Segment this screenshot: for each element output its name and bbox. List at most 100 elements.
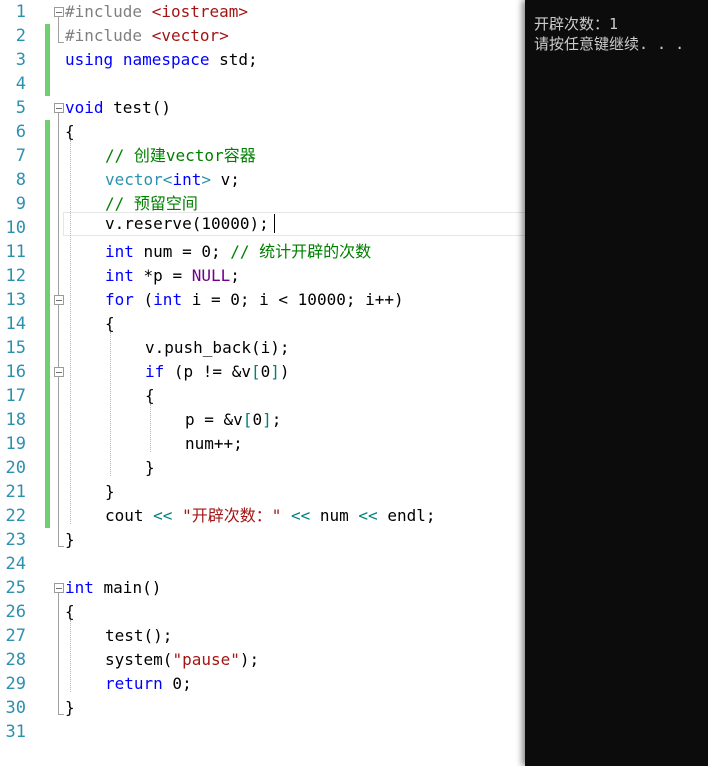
code-line[interactable]: 3 using namespace std; xyxy=(0,48,525,72)
code-line[interactable]: 13 for (int i = 0; i < 10000; i++) xyxy=(0,288,525,312)
code-line[interactable]: 27 test(); xyxy=(0,624,525,648)
code-text: int main() xyxy=(65,576,161,600)
code-text: { xyxy=(145,386,155,405)
change-marker xyxy=(45,456,50,480)
code-line[interactable]: 21 } xyxy=(0,480,525,504)
fold-collapse-icon[interactable] xyxy=(54,367,64,377)
code-line[interactable]: 15 v.push_back(i); xyxy=(0,336,525,360)
keyword: int xyxy=(172,170,202,189)
line-number: 10 xyxy=(5,218,26,238)
line-number: 8 xyxy=(15,170,26,190)
code-line[interactable]: 7 // 创建vector容器 xyxy=(0,144,525,168)
change-marker xyxy=(45,144,50,168)
code-token: 0 xyxy=(252,410,263,429)
change-marker xyxy=(45,264,50,288)
macro: NULL xyxy=(191,266,231,285)
code-line[interactable]: 12 int *p = NULL; xyxy=(0,264,525,288)
change-marker xyxy=(45,336,50,360)
code-line[interactable]: 23 } xyxy=(0,528,525,552)
keyword: int xyxy=(105,242,134,261)
code-line[interactable]: 29 return 0; xyxy=(0,672,525,696)
fold-collapse-icon[interactable] xyxy=(54,583,64,593)
type-name: vector xyxy=(105,170,163,189)
code-line[interactable]: 17 { xyxy=(0,384,525,408)
code-line[interactable]: 18 p = &v[0]; xyxy=(0,408,525,432)
code-line[interactable]: 31 xyxy=(0,720,525,744)
change-marker xyxy=(45,384,50,408)
line-number: 23 xyxy=(5,530,26,550)
code-token: (p != &v xyxy=(164,362,251,381)
line-number: 31 xyxy=(5,722,26,742)
code-text: vector<int> v; xyxy=(105,168,240,192)
line-number: 24 xyxy=(5,554,26,574)
operator: ] xyxy=(270,362,280,381)
code-line[interactable]: 6 { xyxy=(0,120,525,144)
fold-collapse-icon[interactable] xyxy=(54,103,64,113)
code-token: test() xyxy=(103,98,171,117)
operator: ] xyxy=(262,410,272,429)
code-token: std; xyxy=(209,50,258,69)
line-number: 30 xyxy=(5,698,26,718)
code-token: cout xyxy=(105,506,154,525)
code-token: num = 0; xyxy=(133,242,231,261)
code-text: } xyxy=(105,482,115,501)
code-line[interactable]: 4 xyxy=(0,72,525,96)
code-line[interactable]: 1 #include <iostream> xyxy=(0,0,525,24)
code-line[interactable]: 14 { xyxy=(0,312,525,336)
line-number: 20 xyxy=(5,458,26,478)
code-text: system("pause"); xyxy=(105,648,259,672)
code-line[interactable]: 10 v.reserve(10000); xyxy=(0,214,525,240)
code-text: #include <iostream> xyxy=(65,0,248,24)
operator: [ xyxy=(242,410,253,429)
code-line[interactable]: 22 cout << "开辟次数：" << num << endl; xyxy=(0,504,525,528)
console-output-line: 开辟次数：1 xyxy=(534,15,619,33)
keyword: void xyxy=(65,98,104,117)
line-number: 29 xyxy=(5,674,26,694)
comment: // 创建vector容器 xyxy=(105,146,256,165)
code-token: num xyxy=(310,506,359,525)
code-token: ; xyxy=(271,410,282,429)
code-line[interactable]: 25 int main() xyxy=(0,576,525,600)
code-text: { xyxy=(65,122,75,141)
code-text: using namespace std; xyxy=(65,48,258,72)
code-token: 0 xyxy=(260,362,271,381)
code-text: v.push_back(i); xyxy=(145,338,290,357)
console-window[interactable]: 开辟次数：1 请按任意键继续. . . xyxy=(525,0,708,766)
code-text: } xyxy=(145,458,155,477)
string-literal: "pause" xyxy=(172,650,240,669)
change-marker xyxy=(45,48,50,72)
line-number: 9 xyxy=(15,194,26,214)
code-line[interactable]: 16 if (p != &v[0]) xyxy=(0,360,525,384)
change-marker xyxy=(45,312,50,336)
change-marker xyxy=(45,480,50,504)
code-token: *p = xyxy=(133,266,192,285)
code-editor[interactable]: 1 #include <iostream> 2 #include <vector… xyxy=(0,0,525,766)
comment: // 统计开辟的次数 xyxy=(230,242,372,261)
line-number: 21 xyxy=(5,482,26,502)
code-text: } xyxy=(65,530,75,549)
code-text: int num = 0; // 统计开辟的次数 xyxy=(105,240,371,264)
code-line[interactable]: 26 { xyxy=(0,600,525,624)
fold-collapse-icon[interactable] xyxy=(54,7,64,17)
code-line[interactable]: 2 #include <vector> xyxy=(0,24,525,48)
change-marker xyxy=(45,240,50,264)
change-marker xyxy=(45,504,50,528)
code-text: if (p != &v[0]) xyxy=(145,360,290,384)
code-line[interactable]: 19 num++; xyxy=(0,432,525,456)
operator: << xyxy=(290,506,311,525)
code-line[interactable]: 20 } xyxy=(0,456,525,480)
change-marker xyxy=(45,192,50,216)
code-line[interactable]: 24 xyxy=(0,552,525,576)
template-bracket: > xyxy=(201,170,211,189)
keyword: using xyxy=(65,50,114,69)
code-line[interactable]: 5 void test() xyxy=(0,96,525,120)
code-line[interactable]: 11 int num = 0; // 统计开辟的次数 xyxy=(0,240,525,264)
code-line[interactable]: 8 vector<int> v; xyxy=(0,168,525,192)
code-line[interactable]: 28 system("pause"); xyxy=(0,648,525,672)
code-token: system( xyxy=(105,650,173,669)
code-line[interactable]: 30 } xyxy=(0,696,525,720)
fold-collapse-icon[interactable] xyxy=(54,295,64,305)
code-token: main() xyxy=(93,578,162,597)
line-number: 13 xyxy=(5,290,26,310)
